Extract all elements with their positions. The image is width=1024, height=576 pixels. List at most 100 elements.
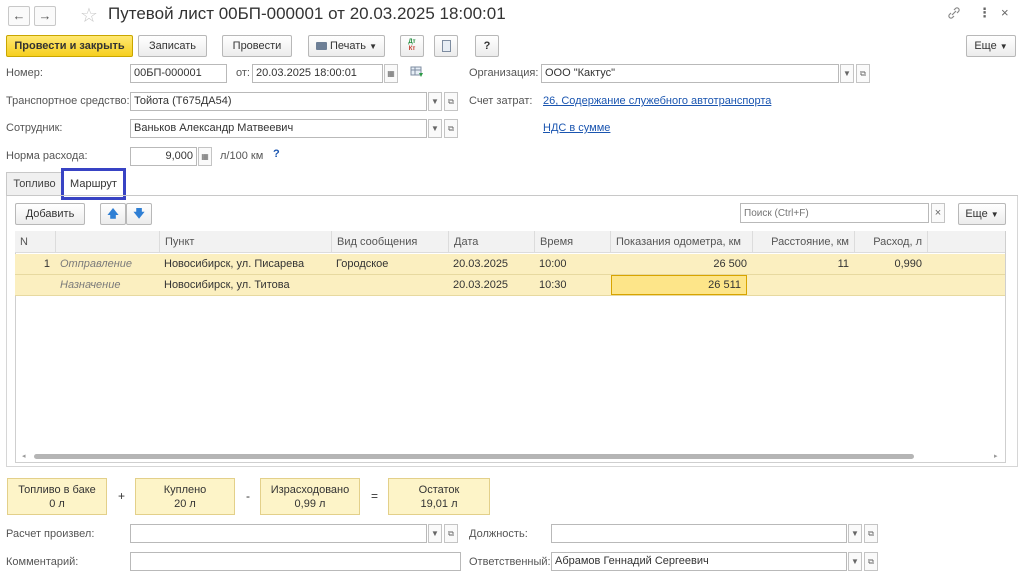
more-button[interactable]: Еще ▼ [966, 35, 1016, 57]
arrow-left-icon: ← [12, 8, 26, 23]
move-up-button[interactable]: 🡅 [100, 203, 126, 225]
chevron-down-icon: ▼ [369, 42, 378, 51]
responsible-dropdown-icon[interactable]: ▼ [848, 552, 862, 571]
table-report-icon[interactable] [410, 66, 424, 78]
post-button[interactable]: Провести [222, 35, 292, 57]
vat-link[interactable]: НДС в сумме [543, 122, 610, 134]
col-n[interactable]: N [15, 231, 55, 253]
table-row[interactable]: Назначение Новосибирск, ул. Титова 20.03… [15, 275, 1005, 296]
table-row[interactable]: 1 Отправление Новосибирск, ул. Писарева … [15, 254, 1005, 275]
save-button[interactable]: Записать [138, 35, 207, 57]
calculated-by-field[interactable] [130, 524, 427, 543]
close-icon[interactable]: × [1001, 5, 1009, 20]
date-field[interactable]: 20.03.2025 18:00:01 [252, 64, 383, 83]
row-type: Отправление [60, 258, 132, 270]
back-button[interactable]: ← [8, 6, 30, 26]
calculated-by-label: Расчет произвел: [6, 528, 95, 540]
rest-box: Остаток 19,01 л [388, 478, 490, 515]
row-date[interactable]: 20.03.2025 [448, 275, 534, 295]
employee-field[interactable]: Ваньков Александр Матвеевич [130, 119, 427, 138]
norm-help-icon[interactable]: ? [273, 148, 280, 160]
calculator-icon[interactable]: ▦ [198, 147, 212, 166]
col-empty [927, 231, 1005, 253]
col-consumption[interactable]: Расход, л [854, 231, 927, 253]
col-odometer[interactable]: Показания одометра, км [610, 231, 752, 253]
calculated-by-dropdown-icon[interactable]: ▼ [428, 524, 442, 543]
odometer-edit-cell[interactable]: 26 511 [611, 275, 747, 295]
responsible-label: Ответственный: [469, 556, 551, 568]
employee-open-icon[interactable]: ⧉ [444, 119, 458, 138]
help-button[interactable]: ? [475, 35, 499, 57]
scroll-left-icon[interactable]: ◂ [22, 452, 26, 460]
document-list-button[interactable] [434, 35, 458, 57]
row-consumption[interactable]: 0,990 [854, 254, 927, 274]
row-time[interactable]: 10:30 [534, 275, 610, 295]
bought-value: 20 л [174, 498, 196, 510]
row-number: 1 [43, 258, 50, 270]
print-button[interactable]: Печать ▼ [308, 35, 385, 57]
search-clear-icon[interactable]: × [931, 203, 945, 223]
equals-sign: = [371, 489, 379, 503]
row-point[interactable]: Новосибирск, ул. Титова [159, 275, 331, 295]
position-field[interactable] [551, 524, 847, 543]
row-kind[interactable]: Городское [331, 254, 448, 274]
favorite-star-icon[interactable]: ☆ [80, 3, 98, 28]
norm-unit: л/100 км [220, 150, 264, 162]
calendar-icon[interactable]: ▦ [384, 64, 398, 83]
row-distance[interactable] [752, 275, 854, 295]
vehicle-label: Транспортное средство: [6, 95, 130, 107]
add-row-button[interactable]: Добавить [15, 203, 85, 225]
cost-account-label: Счет затрат: [469, 95, 533, 107]
organization-dropdown-icon[interactable]: ▼ [840, 64, 854, 83]
minus-sign: - [246, 489, 250, 503]
comment-field[interactable] [130, 552, 461, 571]
position-dropdown-icon[interactable]: ▼ [848, 524, 862, 543]
organization-field[interactable]: ООО "Кактус" [541, 64, 839, 83]
cost-account-link[interactable]: 26, Содержание служебного автотранспорта [543, 95, 771, 107]
spent-value: 0,99 л [294, 498, 326, 510]
number-field[interactable]: 00БП-000001 [130, 64, 227, 83]
norm-field[interactable]: 9,000 [130, 147, 197, 166]
chevron-down-icon: ▼ [999, 42, 1008, 51]
row-distance[interactable]: 11 [752, 254, 854, 274]
position-label: Должность: [469, 528, 528, 540]
row-consumption[interactable] [854, 275, 927, 295]
table-header: N Пункт Вид сообщения Дата Время Показан… [15, 231, 1005, 253]
calculated-by-open-icon[interactable]: ⧉ [444, 524, 458, 543]
post-and-close-button[interactable]: Провести и закрыть [6, 35, 133, 57]
move-down-button[interactable]: 🡇 [126, 203, 152, 225]
more-vertical-icon[interactable]: ⋮ [978, 5, 991, 21]
number-label: Номер: [6, 67, 43, 79]
row-kind[interactable] [331, 275, 448, 295]
table-more-button[interactable]: Еще ▼ [958, 203, 1006, 225]
plus-sign: + [118, 489, 126, 503]
responsible-open-icon[interactable]: ⧉ [864, 552, 878, 571]
col-distance[interactable]: Расстояние, км [752, 231, 854, 253]
link-icon[interactable] [947, 6, 961, 20]
horizontal-scrollbar[interactable] [34, 454, 914, 459]
row-odometer[interactable]: 26 500 [610, 254, 752, 274]
col-kind[interactable]: Вид сообщения [331, 231, 448, 253]
tab-fuel[interactable]: Топливо [6, 172, 63, 196]
fuel-in-tank-value: 0 л [49, 498, 65, 510]
vehicle-open-icon[interactable]: ⧉ [444, 92, 458, 111]
forward-button[interactable]: → [34, 6, 56, 26]
scroll-right-icon[interactable]: ▸ [994, 452, 998, 460]
col-point[interactable]: Пункт [159, 231, 331, 253]
organization-label: Организация: [469, 67, 539, 79]
vehicle-dropdown-icon[interactable]: ▼ [428, 92, 442, 111]
vehicle-field[interactable]: Тойота (Т675ДА54) [130, 92, 427, 111]
employee-dropdown-icon[interactable]: ▼ [428, 119, 442, 138]
row-date[interactable]: 20.03.2025 [448, 254, 534, 274]
col-time[interactable]: Время [534, 231, 610, 253]
search-input[interactable] [740, 203, 929, 223]
organization-open-icon[interactable]: ⧉ [856, 64, 870, 83]
row-point[interactable]: Новосибирск, ул. Писарева [159, 254, 331, 274]
responsible-field[interactable]: Абрамов Геннадий Сергеевич [551, 552, 847, 571]
position-open-icon[interactable]: ⧉ [864, 524, 878, 543]
dt-kt-button[interactable]: Дт Кт [400, 35, 424, 57]
row-time[interactable]: 10:00 [534, 254, 610, 274]
fuel-in-tank-label: Топливо в баке [18, 484, 96, 496]
col-type[interactable] [55, 231, 159, 253]
col-date[interactable]: Дата [448, 231, 534, 253]
